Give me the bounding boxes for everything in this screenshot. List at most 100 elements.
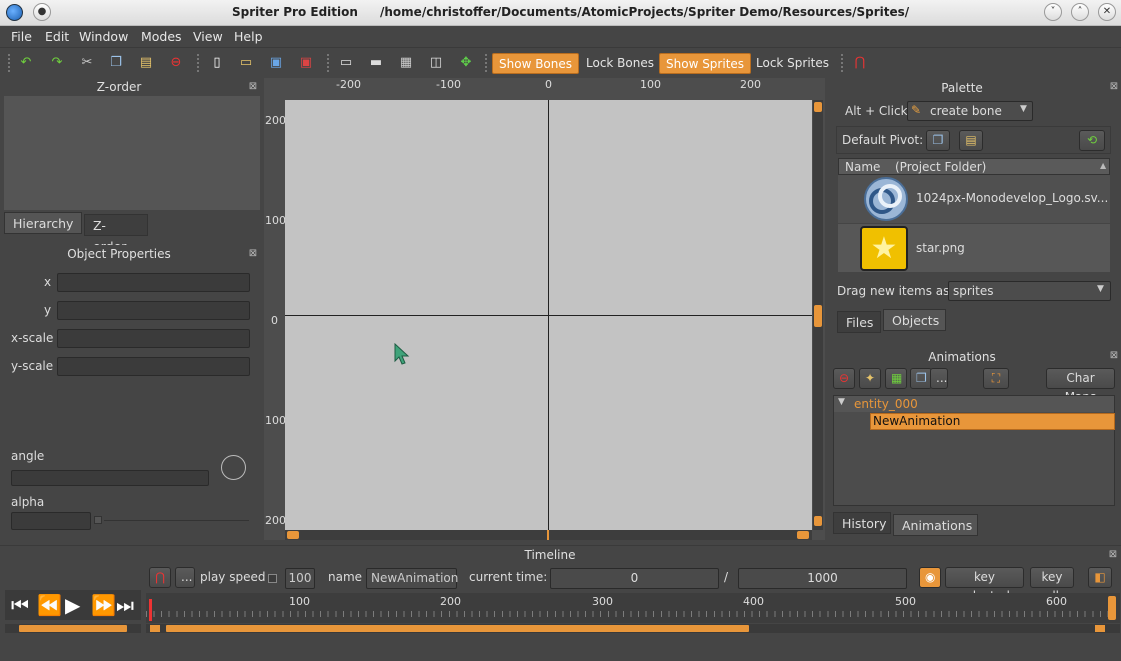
image-window-icon[interactable]: ◫	[427, 54, 445, 72]
canvas[interactable]	[285, 100, 812, 530]
more-button[interactable]: ...	[930, 368, 948, 389]
key-selected-button[interactable]: key selected	[945, 567, 1024, 603]
x-field[interactable]	[57, 273, 250, 292]
window-dark-icon[interactable]: ▬	[367, 54, 385, 72]
rewind-icon[interactable]: ⏪	[37, 593, 62, 617]
undo-icon[interactable]: ↶	[17, 54, 35, 72]
list-item[interactable]: 1024px-Monodevelop_Logo.sv...	[838, 175, 1110, 223]
open-folder-icon[interactable]: ▭	[237, 54, 255, 72]
lock-bones-button[interactable]: Lock Bones	[580, 53, 660, 74]
toolbar-grip[interactable]	[327, 54, 331, 72]
toolbar-grip[interactable]	[197, 54, 201, 72]
redo-icon[interactable]: ↷	[48, 54, 66, 72]
alt-click-dropdown[interactable]: ✎ create bone ▼	[907, 101, 1033, 121]
scroll-thumb[interactable]	[166, 625, 749, 632]
toolbar-grip[interactable]	[485, 54, 489, 72]
chevron-up-icon[interactable]: ˄	[1071, 3, 1089, 21]
tab-zorder[interactable]: Z-order	[84, 214, 148, 254]
play-speed-checkbox[interactable]	[268, 574, 277, 583]
close-panel-icon[interactable]: ⊠	[248, 249, 258, 259]
skip-start-icon[interactable]: ⏮	[11, 593, 29, 617]
animation-tree[interactable]: ▼ entity_000 NewAnimation	[833, 395, 1115, 506]
scroll-left-icon[interactable]	[150, 625, 160, 632]
playhead[interactable]	[149, 599, 152, 621]
close-icon[interactable]: ✕	[1098, 3, 1116, 21]
alpha-slider-handle[interactable]	[94, 516, 102, 524]
close-panel-icon[interactable]: ⊠	[1108, 550, 1118, 560]
timeline-vscroll[interactable]	[1108, 596, 1116, 620]
angle-slider[interactable]	[11, 470, 209, 486]
new-file-icon[interactable]: ▯	[208, 54, 226, 72]
lock-sprites-button[interactable]: Lock Sprites	[750, 53, 835, 74]
scroll-right-icon[interactable]	[797, 531, 809, 539]
y-scale-field[interactable]	[57, 357, 250, 376]
menu-help[interactable]: Help	[234, 29, 263, 44]
horizontal-scrollbar[interactable]	[285, 530, 812, 540]
window-grey-icon[interactable]: ▦	[397, 54, 415, 72]
sticky-icon[interactable]: ●	[33, 3, 51, 21]
timeline-track[interactable]: 100 200 300 400 500 600	[146, 593, 1120, 623]
delete-animation-icon[interactable]: ⊖	[833, 368, 855, 389]
close-panel-icon[interactable]: ⊠	[1109, 82, 1119, 92]
menu-edit[interactable]: Edit	[45, 29, 69, 44]
scroll-down-icon[interactable]	[814, 516, 822, 526]
chevron-down-icon[interactable]: ˅	[1044, 3, 1062, 21]
alpha-field[interactable]	[11, 512, 91, 530]
tab-history[interactable]: History	[833, 512, 891, 534]
char-maps-button[interactable]: Char Maps	[1046, 368, 1115, 404]
zorder-list[interactable]	[4, 96, 260, 210]
tab-objects[interactable]: Objects	[883, 309, 946, 331]
play-icon[interactable]: ▶	[65, 593, 80, 617]
col-folder[interactable]: (Project Folder)	[895, 160, 986, 174]
tab-animations[interactable]: Animations	[893, 514, 978, 536]
delete-icon[interactable]: ⊖	[167, 54, 185, 72]
scroll-thumb[interactable]	[547, 530, 549, 540]
window-icon[interactable]: ▭	[337, 54, 355, 72]
timeline-scrollbar[interactable]	[146, 624, 1120, 633]
fast-forward-icon[interactable]: ⏩	[91, 593, 116, 617]
close-panel-icon[interactable]: ⊠	[248, 82, 258, 92]
angle-dial[interactable]	[221, 455, 246, 480]
add-animation-icon[interactable]: ▦	[885, 368, 907, 389]
scroll-right-icon[interactable]	[1095, 625, 1105, 632]
magnet-icon[interactable]: ⋂	[149, 567, 171, 588]
fullscreen-icon[interactable]: ⛶	[983, 368, 1009, 389]
save-icon[interactable]: ▣	[267, 54, 285, 72]
scroll-left-icon[interactable]	[287, 531, 299, 539]
close-panel-icon[interactable]: ⊠	[1109, 351, 1119, 361]
cut-icon[interactable]: ✂	[78, 54, 96, 72]
animation-name-field[interactable]: NewAnimation	[366, 568, 458, 589]
list-item[interactable]: ★ star.png	[838, 224, 1110, 272]
scroll-thumb[interactable]	[19, 625, 127, 632]
fit-view-icon[interactable]: ✥	[457, 54, 475, 72]
drag-dropdown[interactable]: sprites ▼	[948, 281, 1111, 301]
magnet-icon[interactable]: ⋂	[851, 54, 869, 72]
copy-pivot-icon[interactable]: ❐	[926, 130, 950, 151]
scroll-up-icon[interactable]	[814, 102, 822, 112]
animation-row[interactable]: NewAnimation	[870, 413, 1115, 430]
duplicate-animation-icon[interactable]: ❐	[910, 368, 932, 389]
menu-file[interactable]: File	[11, 29, 32, 44]
scroll-thumb[interactable]	[814, 305, 822, 327]
copy-icon[interactable]: ❐	[107, 54, 125, 72]
refresh-icon[interactable]: ⟲	[1079, 130, 1105, 151]
toolbar-grip[interactable]	[8, 54, 12, 72]
current-time-field[interactable]: 0	[550, 568, 719, 589]
x-scale-field[interactable]	[57, 329, 250, 348]
timeline-more-button[interactable]: ...	[175, 567, 195, 588]
show-bones-button[interactable]: Show Bones	[492, 53, 580, 74]
col-name[interactable]: Name	[845, 160, 880, 174]
y-field[interactable]	[57, 301, 250, 320]
menu-window[interactable]: Window	[79, 29, 128, 44]
menu-view[interactable]: View	[193, 29, 223, 44]
playback-scrollbar[interactable]	[5, 624, 141, 633]
play-speed-field[interactable]: 100	[285, 568, 315, 589]
menu-modes[interactable]: Modes	[141, 29, 182, 44]
end-time-field[interactable]: 1000	[738, 568, 907, 589]
tab-files[interactable]: Files	[837, 311, 881, 333]
entity-row[interactable]: ▼ entity_000	[834, 396, 1114, 412]
vertical-scrollbar[interactable]	[813, 100, 823, 530]
auto-key-icon[interactable]: ◉	[919, 567, 941, 588]
skip-end-icon[interactable]: ⏭	[116, 593, 134, 617]
paste-icon[interactable]: ▤	[137, 54, 155, 72]
